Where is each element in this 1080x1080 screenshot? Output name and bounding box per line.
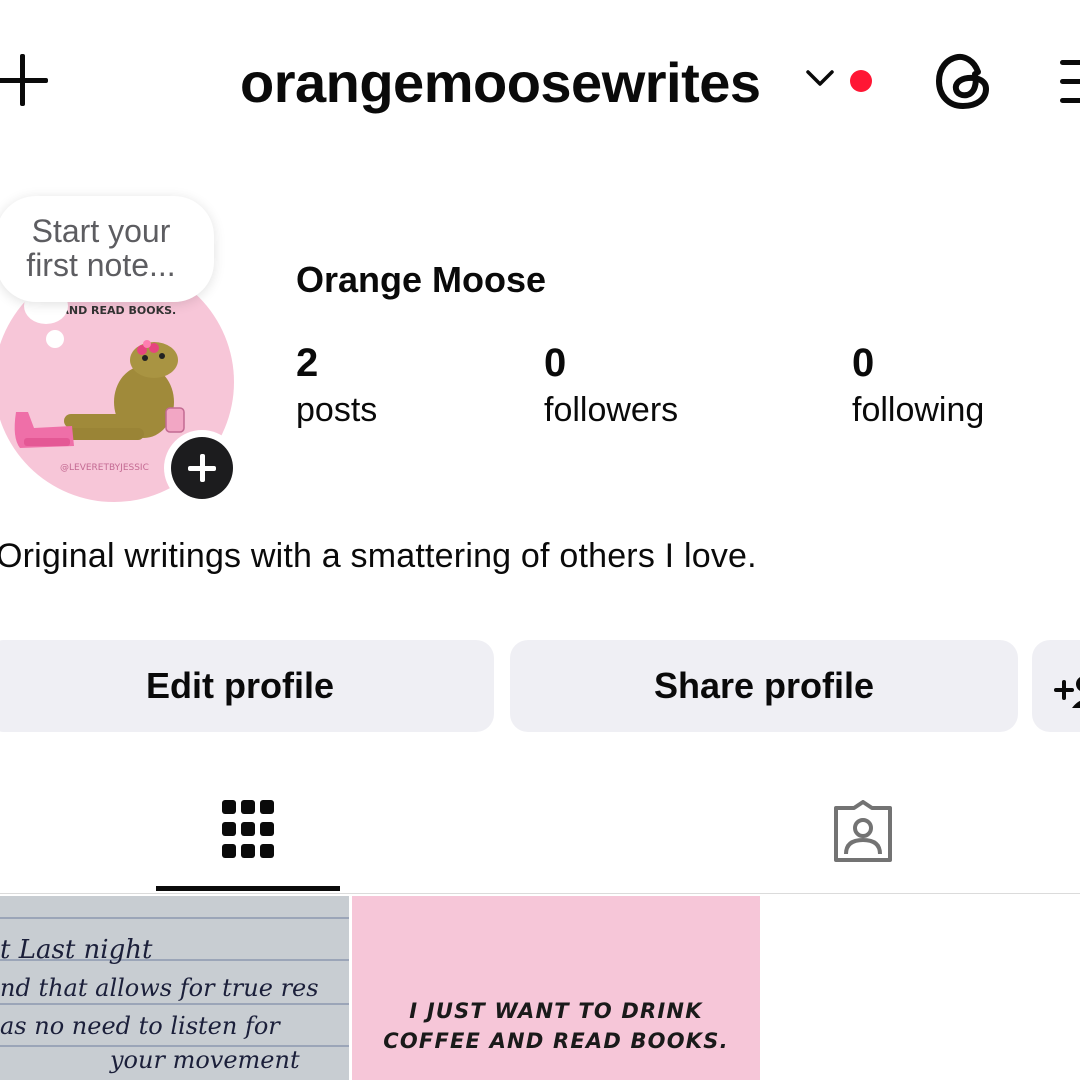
handwritten-line: as no need to listen for [0,1012,281,1040]
note-bubble[interactable]: Start your first note... [0,196,214,302]
stat-label: posts [296,391,378,429]
threads-icon[interactable] [934,50,994,112]
handwritten-line: t Last night [0,935,153,965]
plus-icon [171,437,233,499]
handwritten-line: your movement [109,1046,300,1074]
post-thumbnail[interactable]: t Last night nd that allows for true res… [0,896,349,1080]
active-tab-indicator [156,886,340,891]
handwritten-note-image: t Last night nd that allows for true res… [0,896,349,1080]
quote-line: I JUST WANT TO DRINK [409,999,703,1023]
stat-following[interactable]: 0 following [852,340,984,432]
note-placeholder: Start your first note... [26,213,176,283]
svg-text:@LEVERETBYJESSIC: @LEVERETBYJESSIC [60,463,149,473]
quote-line: COFFEE AND READ BOOKS. [383,1029,729,1053]
divider [0,893,1080,894]
svg-text:E AND READ BOOKS.: E AND READ BOOKS. [49,304,176,317]
stat-posts[interactable]: 2 posts [296,340,377,432]
account-username[interactable]: orangemoosewrites [240,48,761,118]
stat-count: 2 [296,341,319,385]
tagged-icon [834,800,892,862]
profile-display-name: Orange Moose [296,259,547,300]
handwritten-line: nd that allows for true res [0,974,319,1002]
edit-profile-button[interactable]: Edit profile [0,640,494,732]
stat-followers[interactable]: 0 followers [544,340,678,432]
stat-count: 0 [544,341,567,385]
share-profile-button[interactable]: Share profile [510,640,1018,732]
notification-dot [850,70,872,92]
grid-icon [220,798,276,862]
profile-bio: Original writings with a smattering of o… [0,537,757,575]
tab-tagged[interactable] [540,780,1080,894]
add-person-icon [1054,677,1080,708]
add-story-button[interactable] [164,430,240,506]
create-post-icon[interactable] [0,50,52,110]
stat-label: followers [544,391,679,429]
menu-icon[interactable] [1060,58,1080,106]
discover-people-button[interactable] [1032,640,1080,732]
stat-label: following [852,391,985,429]
chevron-down-icon[interactable] [802,60,838,96]
note-bubble-tail-dot [46,330,64,348]
post-thumbnail[interactable]: I JUST WANT TO DRINK COFFEE AND READ BOO… [352,896,760,1080]
stat-count: 0 [852,341,875,385]
quote-text: I JUST WANT TO DRINK COFFEE AND READ BOO… [352,996,760,1056]
